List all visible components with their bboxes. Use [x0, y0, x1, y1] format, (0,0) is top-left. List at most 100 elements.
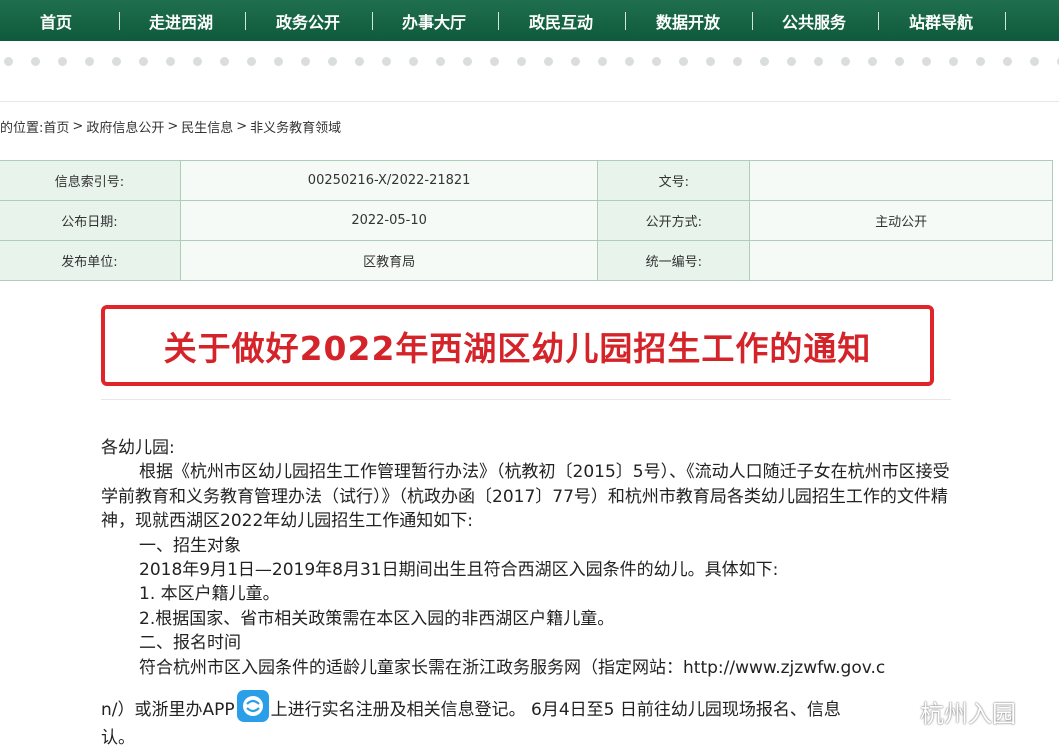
- decorative-dot: [355, 57, 364, 66]
- nav-separator: [372, 12, 373, 30]
- decorative-dot: [85, 57, 94, 66]
- decorative-dot: [301, 57, 310, 66]
- breadcrumb-separator: >: [72, 118, 84, 134]
- decorative-dot: [490, 57, 499, 66]
- decorative-dot: [868, 57, 877, 66]
- breadcrumb-gov-info[interactable]: 政府信息公开: [86, 117, 164, 136]
- decorative-dot: [922, 57, 931, 66]
- index-label: 信息索引号:: [0, 160, 181, 201]
- watermark: 杭州入园: [890, 694, 1016, 729]
- decorative-dot: [571, 57, 580, 66]
- breadcrumb-prefix: 的位置:: [0, 120, 44, 136]
- decorative-dot: [976, 57, 985, 66]
- nav-home[interactable]: 首页: [10, 0, 102, 41]
- decorative-dot: [1003, 57, 1012, 66]
- breadcrumb-home[interactable]: 首页: [43, 117, 69, 136]
- title-divider: [101, 399, 951, 400]
- breadcrumb-separator: >: [236, 118, 248, 134]
- section-heading: 二、报名时间: [139, 633, 241, 654]
- decorative-dot: [247, 57, 256, 66]
- doc-no-label: 文号:: [597, 160, 751, 201]
- unit-value: 区教育局: [179, 240, 599, 281]
- text-fragment: 上进行实名注册及相关信息登记。 6月4日至5 日前往幼儿园现场报名、信息: [270, 700, 841, 720]
- date-label: 公布日期:: [0, 200, 181, 241]
- decorative-dot: [31, 57, 40, 66]
- section-heading: 一、招生对象: [139, 535, 241, 556]
- table-row: 信息索引号: 00250216-X/2022-21821 文号:: [0, 160, 1053, 201]
- decorative-dot: [787, 57, 796, 66]
- breadcrumb-separator: >: [167, 118, 179, 134]
- breadcrumb-non-compulsory-edu[interactable]: 非义务教育领域: [250, 117, 341, 136]
- decorative-dot: [1030, 57, 1039, 66]
- nav-site-group[interactable]: 站群导航: [895, 0, 987, 41]
- breadcrumb-livelihood[interactable]: 民生信息: [181, 117, 233, 136]
- decorative-dot: [706, 57, 715, 66]
- nav-separator: [1005, 12, 1006, 30]
- method-value: 主动公开: [749, 200, 1053, 241]
- serial-value: [749, 240, 1053, 281]
- nav-open-data[interactable]: 数据开放: [642, 0, 734, 41]
- doc-no-value: [749, 160, 1053, 201]
- decorative-dots: [0, 52, 1059, 72]
- wechat-icon: [890, 701, 916, 721]
- nav-gov-affairs[interactable]: 政务公开: [262, 0, 354, 41]
- decorative-dot: [220, 57, 229, 66]
- decorative-dot: [814, 57, 823, 66]
- decorative-dot: [949, 57, 958, 66]
- header-divider: [0, 101, 1059, 102]
- nav-separator: [245, 12, 246, 30]
- decorative-dot: [679, 57, 688, 66]
- decorative-dot: [4, 57, 13, 66]
- decorative-dot: [58, 57, 67, 66]
- decorative-dot: [652, 57, 661, 66]
- table-row: 发布单位: 区教育局 统一编号:: [0, 240, 1053, 281]
- article-body: 各幼儿园: 根据《杭州市区幼儿园招生工作管理暂行办法》（杭教初〔2015〕5号）…: [101, 436, 961, 680]
- decorative-dot: [760, 57, 769, 66]
- decorative-dot: [517, 57, 526, 66]
- paragraph: 符合杭州市区入园条件的适龄儿童家长需在浙江政务服务网（指定网站：http://w…: [139, 657, 886, 678]
- article-title: 关于做好2022年西湖区幼儿园招生工作的通知: [101, 305, 934, 386]
- document-meta-table: 信息索引号: 00250216-X/2022-21821 文号: 公布日期: 2…: [0, 160, 1053, 281]
- nav-separator: [878, 12, 879, 30]
- decorative-dot: [328, 57, 337, 66]
- zheliban-app-icon[interactable]: [236, 690, 269, 722]
- paragraph: 根据《杭州市区幼儿园招生工作管理暂行办法》（杭教初〔2015〕5号）、《流动人口…: [101, 462, 950, 532]
- list-item: 1. 本区户籍儿童。: [139, 584, 280, 605]
- text-fragment: n/）或浙里办APP: [101, 700, 235, 720]
- serial-label: 统一编号:: [597, 240, 751, 281]
- decorative-dot: [544, 57, 553, 66]
- decorative-dot: [409, 57, 418, 66]
- paragraph-end: 认。: [101, 728, 135, 748]
- unit-label: 发布单位:: [0, 240, 181, 281]
- decorative-dot: [112, 57, 121, 66]
- nav-separator: [119, 12, 120, 30]
- list-item: 2.根据国家、省市相关政策需在本区入园的非西湖区户籍儿童。: [139, 608, 615, 629]
- decorative-dot: [274, 57, 283, 66]
- nav-separator: [625, 12, 626, 30]
- index-value: 00250216-X/2022-21821: [179, 160, 599, 201]
- nav-service-hall[interactable]: 办事大厅: [388, 0, 480, 41]
- salutation: 各幼儿园:: [101, 438, 175, 458]
- nav-separator: [752, 12, 753, 30]
- decorative-dot: [193, 57, 202, 66]
- nav-separator: [498, 12, 499, 30]
- breadcrumb: 的位置: 首页 > 政府信息公开 > 民生信息 > 非义务教育领域: [0, 116, 341, 136]
- decorative-dot: [841, 57, 850, 66]
- decorative-dot: [382, 57, 391, 66]
- decorative-dot: [625, 57, 634, 66]
- decorative-dot: [139, 57, 148, 66]
- watermark-text: 杭州入园: [920, 700, 1016, 728]
- method-label: 公开方式:: [597, 200, 751, 241]
- decorative-dot: [598, 57, 607, 66]
- decorative-dot: [463, 57, 472, 66]
- nav-interaction[interactable]: 政民互动: [515, 0, 607, 41]
- top-nav: 首页 走进西湖 政务公开 办事大厅 政民互动 数据开放 公共服务 站群导航: [0, 0, 1059, 41]
- decorative-dot: [166, 57, 175, 66]
- decorative-dot: [436, 57, 445, 66]
- decorative-dot: [733, 57, 742, 66]
- decorative-dot: [895, 57, 904, 66]
- nav-about-xihu[interactable]: 走进西湖: [135, 0, 227, 41]
- date-value: 2022-05-10: [179, 200, 599, 241]
- table-row: 公布日期: 2022-05-10 公开方式: 主动公开: [0, 200, 1053, 241]
- nav-public-service[interactable]: 公共服务: [768, 0, 860, 41]
